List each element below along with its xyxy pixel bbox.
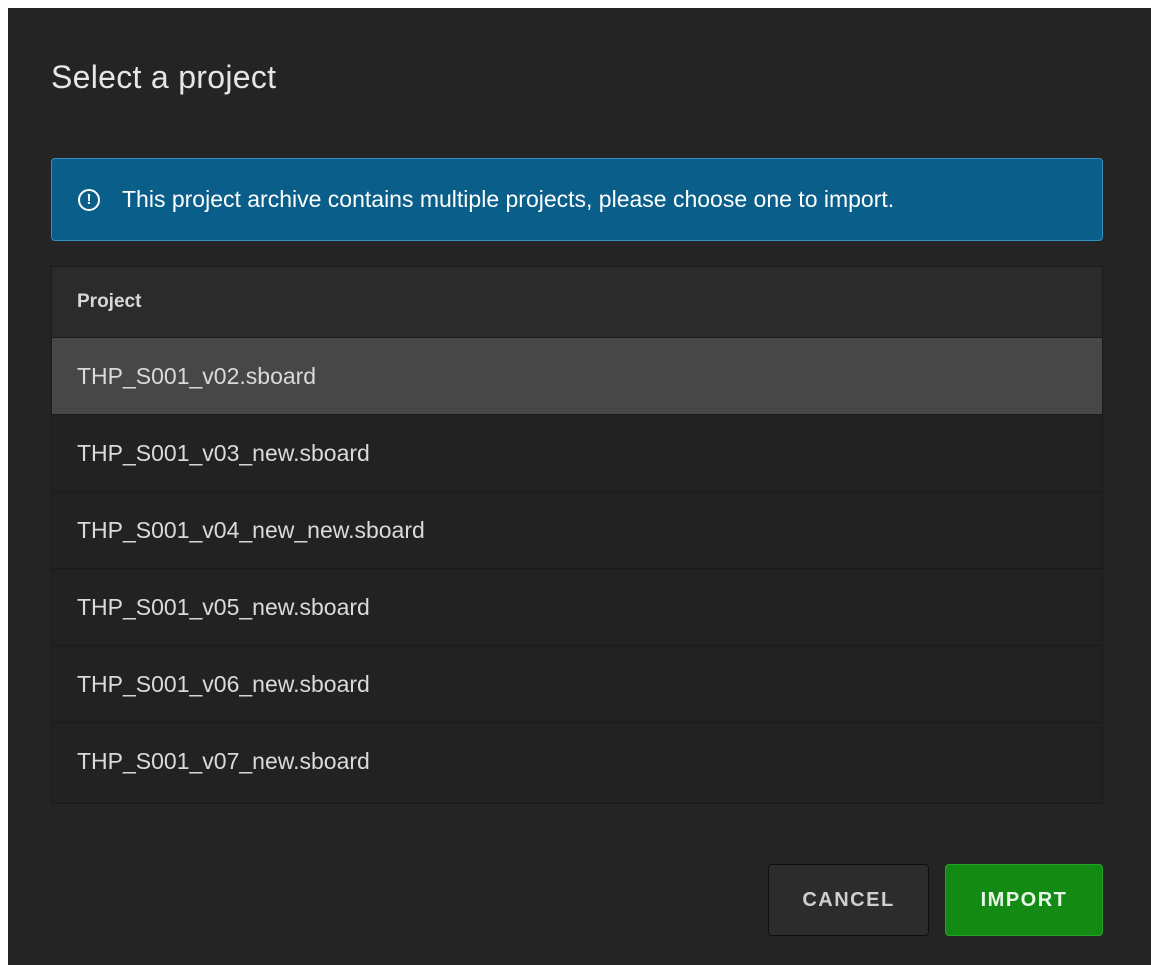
import-button[interactable]: IMPORT [945, 864, 1103, 936]
project-name: THP_S001_v06_new.sboard [77, 670, 370, 697]
table-row[interactable]: THP_S001_v06_new.sboard [52, 646, 1102, 723]
project-table: Project THP_S001_v02.sboard THP_S001_v03… [51, 266, 1103, 804]
project-name: THP_S001_v04_new_new.sboard [77, 516, 425, 543]
alert-message: This project archive contains multiple p… [122, 186, 895, 212]
column-header-project: Project [77, 291, 142, 312]
table-row[interactable]: THP_S001_v03_new.sboard [52, 415, 1102, 492]
table-row[interactable]: THP_S001_v05_new.sboard [52, 569, 1102, 646]
project-name: THP_S001_v05_new.sboard [77, 593, 370, 620]
info-circle-icon: ! [78, 188, 100, 211]
cancel-button[interactable]: CANCEL [768, 864, 929, 936]
project-name: THP_S001_v02.sboard [77, 362, 317, 389]
project-name: THP_S001_v07_new.sboard [77, 748, 370, 774]
info-alert: ! This project archive contains multiple… [51, 158, 1103, 241]
project-name: THP_S001_v03_new.sboard [77, 439, 370, 466]
dialog-title: Select a project [51, 59, 277, 95]
table-row[interactable]: THP_S001_v02.sboard [52, 338, 1102, 415]
table-row[interactable]: THP_S001_v04_new_new.sboard [52, 492, 1102, 569]
table-row[interactable]: THP_S001_v07_new.sboard [52, 723, 1102, 800]
table-header: Project [52, 267, 1102, 338]
select-project-dialog: Select a project ! This project archive … [8, 8, 1151, 965]
